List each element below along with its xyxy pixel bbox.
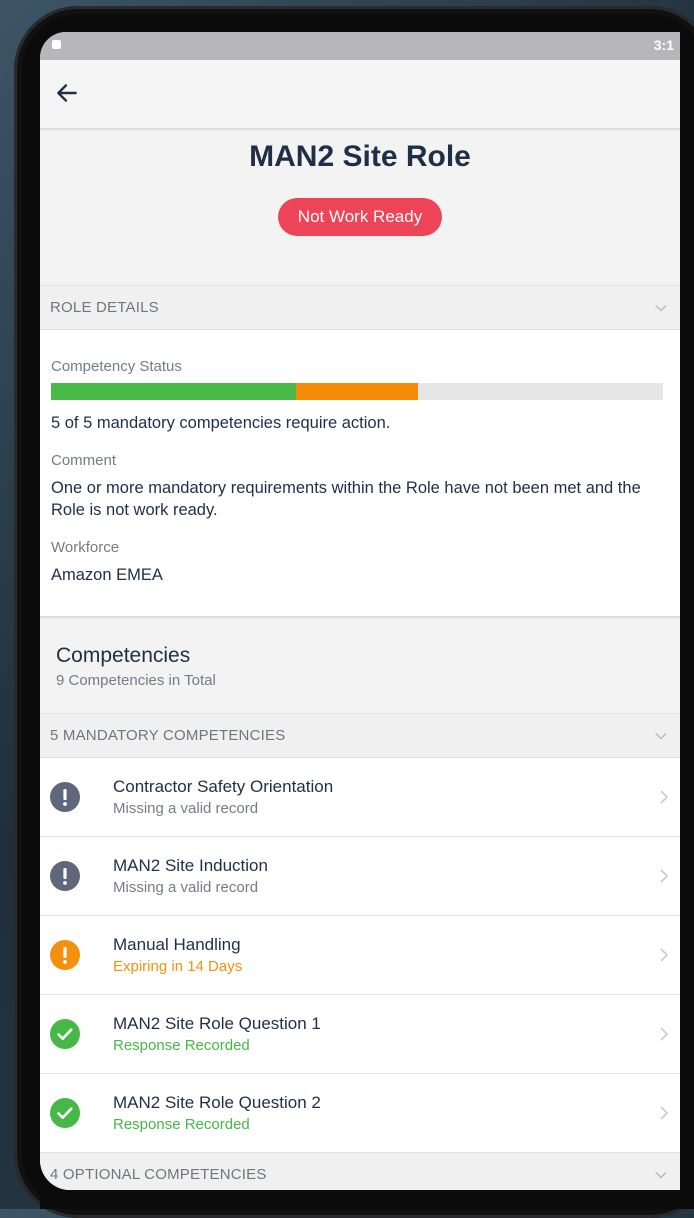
app-screen: 3:1 MAN2 Site Role Not Work Ready ROLE D… (40, 32, 680, 1190)
optional-competencies-label: 4 OPTIONAL COMPETENCIES (50, 1166, 267, 1183)
phone-bezel-bottom (40, 1190, 694, 1209)
competency-text: Manual Handling Expiring in 14 Days (113, 935, 242, 975)
competency-row[interactable]: MAN2 Site Role Question 2 Response Recor… (40, 1074, 680, 1153)
competency-row[interactable]: Manual Handling Expiring in 14 Days (40, 916, 680, 995)
chevron-down-icon (655, 1171, 667, 1178)
progress-pending-segment (295, 383, 419, 400)
back-arrow-icon[interactable] (54, 80, 80, 106)
competency-status: Missing a valid record (113, 879, 259, 896)
status-indicator-icon (52, 40, 61, 49)
check-circle-icon (50, 1098, 80, 1128)
competency-status: Response Recorded (113, 1037, 250, 1054)
optional-competencies-header[interactable]: 4 OPTIONAL COMPETENCIES (40, 1153, 680, 1190)
workforce-label: Workforce (51, 539, 120, 556)
chevron-right-icon (660, 790, 669, 804)
competency-status-label: Competency Status (51, 358, 182, 375)
competency-title: MAN2 Site Role Question 2 (113, 1093, 321, 1112)
exclamation-icon (50, 861, 80, 891)
exclamation-icon (50, 782, 80, 812)
competencies-title: Competencies (56, 644, 191, 667)
competency-row[interactable]: Contractor Safety Orientation Missing a … (40, 758, 680, 837)
chevron-right-icon (660, 1106, 669, 1120)
role-details-label: ROLE DETAILS (50, 299, 159, 316)
competency-text: Contractor Safety Orientation Missing a … (113, 777, 333, 817)
status-badge: Not Work Ready (277, 198, 443, 236)
competency-text: MAN2 Site Role Question 1 Response Recor… (113, 1014, 321, 1054)
mandatory-competencies-label: 5 MANDATORY COMPETENCIES (50, 727, 286, 744)
exclamation-icon (50, 940, 80, 970)
chevron-down-icon (655, 304, 667, 311)
role-details-header[interactable]: ROLE DETAILS (40, 286, 680, 330)
competency-status: Missing a valid record (113, 800, 259, 817)
competency-text: MAN2 Site Induction Missing a valid reco… (113, 856, 268, 896)
workforce-value: Amazon EMEA (51, 566, 163, 584)
competency-list: Contractor Safety Orientation Missing a … (40, 758, 680, 1153)
chevron-right-icon (660, 869, 669, 883)
competency-title: Contractor Safety Orientation (113, 777, 334, 796)
role-header: MAN2 Site Role Not Work Ready (40, 130, 680, 286)
competency-text: MAN2 Site Role Question 2 Response Recor… (113, 1093, 321, 1133)
competency-title: MAN2 Site Role Question 1 (113, 1014, 321, 1033)
check-circle-icon (50, 1019, 80, 1049)
competency-row[interactable]: MAN2 Site Role Question 1 Response Recor… (40, 995, 680, 1074)
competency-row[interactable]: MAN2 Site Induction Missing a valid reco… (40, 837, 680, 916)
mandatory-competencies-header[interactable]: 5 MANDATORY COMPETENCIES (40, 714, 680, 758)
competency-title: Manual Handling (113, 935, 241, 954)
competency-title: MAN2 Site Induction (113, 856, 268, 875)
status-bar: 3:1 (40, 32, 680, 60)
comment-label: Comment (51, 452, 117, 469)
role-details-panel: Competency Status 5 of 5 mandatory compe… (40, 330, 680, 618)
competencies-count: 9 Competencies in Total (56, 672, 216, 689)
comment-text: One or more mandatory requirements withi… (51, 479, 641, 519)
competency-status-text: 5 of 5 mandatory competencies require ac… (51, 414, 391, 432)
status-time: 3:1 (653, 37, 674, 53)
nav-bar (40, 60, 680, 130)
competency-status: Response Recorded (113, 1116, 250, 1133)
competencies-summary: Competencies 9 Competencies in Total (40, 618, 680, 714)
competency-progress-bar (51, 383, 663, 400)
competency-status: Expiring in 14 Days (113, 958, 243, 975)
chevron-right-icon (660, 1027, 669, 1041)
chevron-right-icon (660, 948, 669, 962)
page-title: MAN2 Site Role (249, 140, 471, 173)
progress-complete-segment (51, 383, 296, 400)
chevron-down-icon (655, 732, 667, 739)
